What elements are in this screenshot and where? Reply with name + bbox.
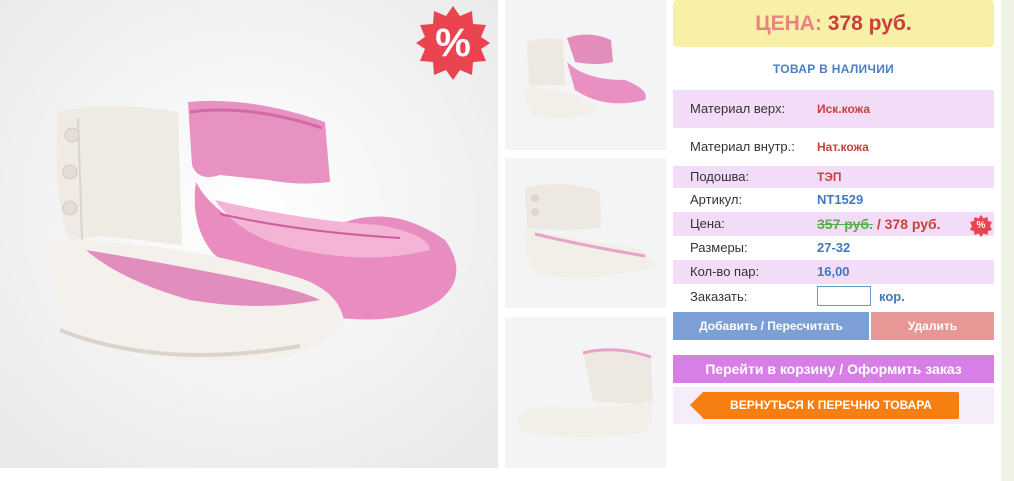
page-side-strip bbox=[1001, 0, 1014, 481]
row-price: Цена: 357 руб. / 378 руб. % bbox=[673, 212, 994, 237]
discount-badge-text: % bbox=[435, 21, 471, 65]
material-top-value: Иск.кожа bbox=[817, 102, 870, 116]
sole-label: Подошва: bbox=[690, 169, 750, 184]
back-button-container: ВЕРНУТЬСЯ К ПЕРЕЧНЮ ТОВАРА bbox=[673, 387, 994, 424]
price-box: ЦЕНА: 378 руб. bbox=[673, 0, 994, 47]
thumbnail-2[interactable] bbox=[505, 158, 666, 308]
row-sole: Подошва: ТЭП bbox=[673, 166, 994, 188]
back-to-list-button[interactable]: ВЕРНУТЬСЯ К ПЕРЕЧНЮ ТОВАРА bbox=[690, 392, 959, 419]
price-new: 378 руб. bbox=[884, 216, 941, 232]
product-main-image: % bbox=[0, 0, 498, 468]
delete-button[interactable]: Удалить bbox=[871, 312, 994, 340]
thumbnail-3[interactable] bbox=[505, 317, 666, 468]
stock-status: ТОВАР В НАЛИЧИИ bbox=[772, 62, 895, 76]
material-top-label: Материал верх: bbox=[690, 101, 786, 116]
row-article: Артикул: NT1529 bbox=[673, 188, 994, 212]
row-sizes: Размеры: 27-32 bbox=[673, 236, 994, 260]
article-label: Артикул: bbox=[690, 192, 743, 207]
price-separator: / bbox=[872, 216, 885, 232]
price-row-value: 357 руб. / 378 руб. bbox=[817, 212, 941, 237]
back-to-list-label: ВЕРНУТЬСЯ К ПЕРЕЧНЮ ТОВАРА bbox=[730, 398, 932, 412]
sole-value: ТЭП bbox=[817, 170, 842, 184]
material-inner-value: Нат.кожа bbox=[817, 140, 869, 154]
material-inner-label: Материал внутр.: bbox=[690, 139, 795, 154]
pairs-label: Кол-во пар: bbox=[690, 264, 760, 279]
discount-small-text: % bbox=[976, 220, 986, 231]
row-pairs: Кол-во пар: 16,00 bbox=[673, 260, 994, 284]
sizes-value: 27-32 bbox=[817, 240, 851, 255]
order-unit: кор. bbox=[879, 289, 905, 304]
add-recalculate-button[interactable]: Добавить / Пересчитать bbox=[673, 312, 869, 340]
price-row-label: Цена: bbox=[690, 216, 725, 231]
price-label: ЦЕНА: bbox=[755, 12, 822, 35]
sizes-label: Размеры: bbox=[690, 240, 748, 255]
thumbnail-1[interactable] bbox=[505, 0, 666, 150]
row-material-top: Материал верх: Иск.кожа bbox=[673, 90, 994, 128]
pairs-value: 16,00 bbox=[817, 264, 850, 279]
discount-badge-icon: % bbox=[416, 6, 490, 80]
discount-small-icon: % bbox=[970, 215, 992, 237]
price-value: 378 руб. bbox=[827, 12, 912, 35]
order-quantity-input[interactable] bbox=[817, 286, 871, 306]
article-value: NT1529 bbox=[817, 192, 864, 207]
price-old: 357 руб. bbox=[817, 216, 873, 232]
row-order: Заказать: кор. bbox=[673, 286, 994, 308]
order-label: Заказать: bbox=[690, 289, 748, 304]
row-material-inner: Материал внутр.: Нат.кожа bbox=[673, 128, 994, 166]
go-to-cart-button[interactable]: Перейти в корзину / Оформить заказ bbox=[673, 355, 994, 383]
